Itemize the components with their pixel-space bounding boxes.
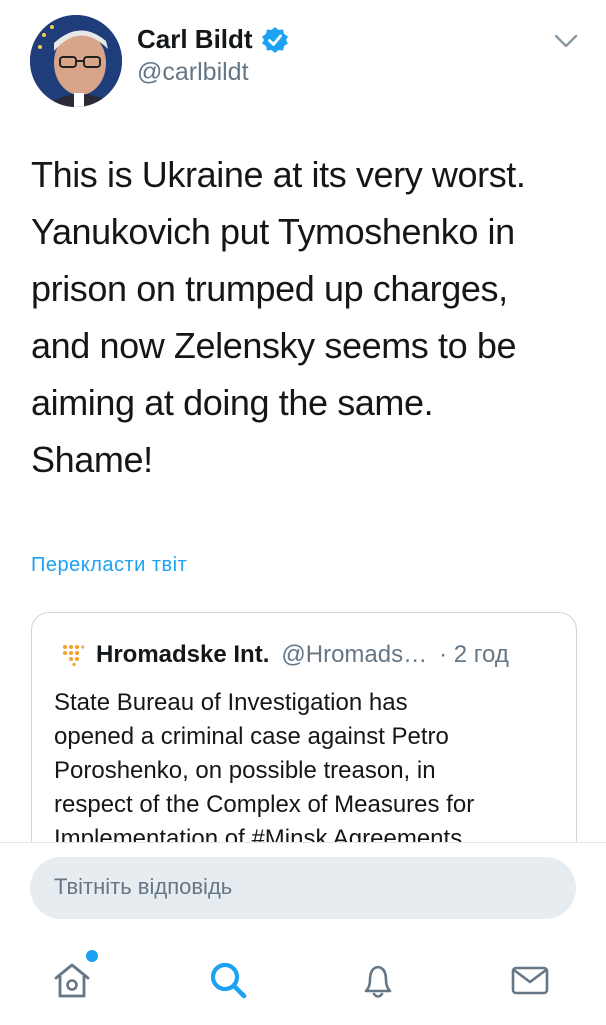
- verified-badge-icon: [261, 26, 289, 54]
- tweet-text-line: and now Zelensky seems to be: [31, 325, 517, 366]
- home-icon[interactable]: [50, 958, 94, 1002]
- bell-icon[interactable]: [356, 958, 400, 1002]
- tweet-text-line: Shame!: [31, 439, 153, 480]
- author-name[interactable]: Carl Bildt: [137, 24, 253, 55]
- quoted-timestamp: · 2 год: [439, 641, 509, 668]
- tweet-text-line: prison on trumped up charges,: [31, 268, 508, 309]
- quoted-text-line: State Bureau of Investigation has: [54, 689, 408, 716]
- chevron-down-icon[interactable]: [552, 30, 580, 52]
- hromadske-logo-icon: [62, 644, 85, 667]
- quoted-tweet-header: Hromadske Int. @Hromads… · 2 год: [62, 641, 509, 669]
- translate-tweet-link[interactable]: Перекласти твіт: [31, 554, 187, 577]
- tweet-text-line: aiming at doing the same.: [31, 382, 434, 423]
- quoted-text-line: respect of the Complex of Measures for: [54, 791, 475, 818]
- tweet-text-line: Yanukovich put Tymoshenko in: [31, 211, 515, 252]
- quoted-text-line: Poroshenko, on possible treason, in: [54, 757, 436, 784]
- envelope-icon[interactable]: [508, 958, 552, 1002]
- quoted-tweet-text: State Bureau of Investigation has opened…: [54, 686, 564, 856]
- author-handle[interactable]: @carlbildt: [137, 58, 249, 87]
- quoted-text-line: opened a criminal case against Petro: [54, 723, 449, 750]
- tweet-header: Carl Bildt @carlbildt: [0, 0, 606, 120]
- author-name-row[interactable]: Carl Bildt: [137, 24, 289, 55]
- reply-input[interactable]: Твітніть відповідь: [30, 857, 576, 919]
- home-notification-dot: [86, 950, 98, 962]
- tweet-text-line: This is Ukraine at its very worst.: [31, 154, 526, 195]
- avatar[interactable]: [30, 15, 122, 107]
- tweet-text: This is Ukraine at its very worst. Yanuk…: [31, 146, 571, 488]
- reply-placeholder: Твітніть відповідь: [54, 874, 233, 899]
- quoted-author-handle: @Hromads…: [281, 641, 428, 668]
- search-icon[interactable]: [206, 958, 250, 1002]
- quoted-author-name: Hromadske Int.: [96, 641, 270, 668]
